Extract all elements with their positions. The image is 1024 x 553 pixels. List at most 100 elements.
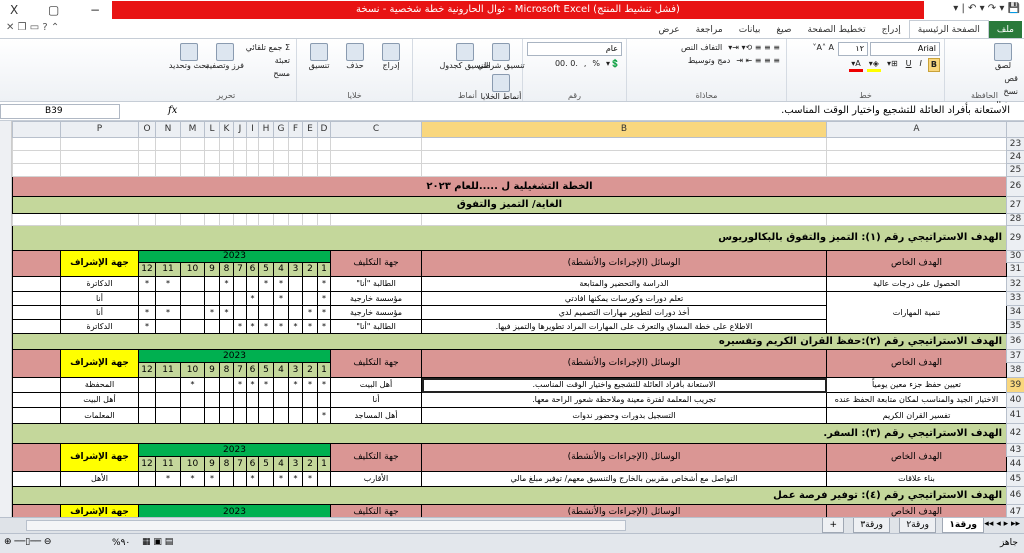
month-mark-2[interactable]: * xyxy=(302,377,318,393)
month-4[interactable]: 4 xyxy=(273,262,289,277)
means-cell[interactable]: الاستعانة بأفراد العائلة للتشجيع واختيار… xyxy=(421,377,827,393)
means-cell[interactable]: أخذ دورات لتطوير مهارات التصميم لدي xyxy=(421,305,827,320)
cell[interactable] xyxy=(204,163,220,177)
month-mark-11[interactable] xyxy=(155,291,181,306)
row-header-32[interactable]: 32 xyxy=(1006,276,1024,292)
cell[interactable] xyxy=(330,213,422,226)
month-mark-3[interactable]: * xyxy=(288,377,303,393)
month-1[interactable]: 1 xyxy=(317,456,331,472)
month-mark-7[interactable]: * xyxy=(233,377,247,393)
bold-button[interactable]: B xyxy=(927,58,940,72)
header-assigned[interactable]: جهة التكليف xyxy=(330,250,422,277)
month-mark-1[interactable] xyxy=(317,471,331,487)
column-header-J[interactable]: J xyxy=(233,121,247,138)
month-mark-4[interactable]: * xyxy=(273,276,289,292)
month-mark-1[interactable] xyxy=(317,392,331,408)
assigned-cell[interactable]: أهل المساجد xyxy=(330,407,422,424)
decimal-buttons[interactable]: .0 .00 xyxy=(553,58,580,69)
header-extra[interactable] xyxy=(12,349,61,378)
cell[interactable] xyxy=(180,150,205,164)
means-cell[interactable]: الدراسة والتحضير والمتابعة xyxy=(421,276,827,292)
header-extra[interactable] xyxy=(12,443,61,472)
header-year[interactable]: 2023 xyxy=(138,349,331,363)
month-9[interactable]: 9 xyxy=(204,362,220,378)
grow-font-button[interactable]: A˄ A˅ xyxy=(811,42,837,56)
sheet-tab-3[interactable]: ورقة٣ xyxy=(853,518,890,533)
month-mark-6[interactable] xyxy=(246,276,259,292)
month-5[interactable]: 5 xyxy=(258,456,274,472)
column-header-L[interactable]: L xyxy=(204,121,220,138)
column-header-P[interactable]: P xyxy=(60,121,139,138)
name-box[interactable]: B39 xyxy=(0,104,120,119)
month-mark-12[interactable] xyxy=(138,407,156,424)
month-mark-11[interactable] xyxy=(155,377,181,393)
header-means[interactable]: الوسائل (الإجراءات والأنشطة) xyxy=(421,443,827,472)
month-11[interactable]: 11 xyxy=(155,362,181,378)
cell[interactable] xyxy=(302,163,318,177)
month-mark-12[interactable]: * xyxy=(138,276,156,292)
month-mark-6[interactable] xyxy=(246,305,259,320)
goal-cell[interactable]: تفسير القران الكريم xyxy=(826,407,1007,424)
row-header-42[interactable]: 42 xyxy=(1006,423,1024,444)
row-header-44[interactable]: 44 xyxy=(1006,456,1024,472)
cell[interactable] xyxy=(826,137,1007,151)
cell[interactable] xyxy=(12,213,61,226)
month-8[interactable]: 8 xyxy=(219,362,234,378)
month-mark-10[interactable]: * xyxy=(180,377,205,393)
row-header-34[interactable]: 34 xyxy=(1006,305,1024,320)
cell[interactable] xyxy=(330,137,422,151)
fill-button[interactable]: تعبئة xyxy=(244,55,292,66)
month-mark-11[interactable]: * xyxy=(155,305,181,320)
cell[interactable] xyxy=(219,137,234,151)
cell[interactable] xyxy=(180,137,205,151)
month-mark-7[interactable] xyxy=(233,407,247,424)
month-mark-8[interactable]: * xyxy=(219,276,234,292)
cell[interactable] xyxy=(204,213,220,226)
month-mark-6[interactable] xyxy=(246,392,259,408)
cell[interactable] xyxy=(273,163,289,177)
month-mark-7[interactable] xyxy=(233,392,247,408)
comma-button[interactable]: , xyxy=(582,58,589,69)
month-mark-10[interactable] xyxy=(180,392,205,408)
month-mark-3[interactable] xyxy=(288,407,303,424)
month-mark-1[interactable]: * xyxy=(317,276,331,292)
tab-4[interactable]: صيغ xyxy=(768,21,799,39)
font-name-combo[interactable]: Arial xyxy=(870,42,940,56)
format-button[interactable]: تنسيق xyxy=(302,42,336,71)
cell[interactable] xyxy=(826,213,1007,226)
row-header-28[interactable]: 28 xyxy=(1006,213,1024,226)
cell[interactable] xyxy=(12,163,61,177)
row-header-39[interactable]: 39 xyxy=(1006,377,1024,393)
cell[interactable] xyxy=(273,213,289,226)
month-7[interactable]: 7 xyxy=(233,456,247,472)
month-11[interactable]: 11 xyxy=(155,262,181,277)
cell[interactable] xyxy=(317,150,331,164)
tab-5[interactable]: بيانات xyxy=(731,21,769,39)
cell[interactable] xyxy=(421,213,827,226)
month-mark-11[interactable]: * xyxy=(155,471,181,487)
tab-3[interactable]: تخطيط الصفحة xyxy=(800,21,874,39)
month-mark-5[interactable] xyxy=(258,291,274,306)
plan-title[interactable]: الخطة التشغيلية ل .....للعام ٢٠٢٣ xyxy=(12,176,1007,197)
tab-2[interactable]: إدراج xyxy=(874,21,909,39)
month-mark-11[interactable] xyxy=(155,407,181,424)
month-mark-5[interactable]: * xyxy=(258,377,274,393)
month-mark-10[interactable]: * xyxy=(180,471,205,487)
vertical-scrollbar[interactable] xyxy=(0,121,12,517)
header-year[interactable]: 2023 xyxy=(138,443,331,457)
extra-cell[interactable] xyxy=(12,392,61,408)
cell[interactable] xyxy=(246,150,259,164)
sheet-tab-2[interactable]: ورقة٢ xyxy=(899,518,936,533)
column-header-G[interactable]: G xyxy=(273,121,289,138)
month-mark-8[interactable]: * xyxy=(219,305,234,320)
month-1[interactable]: 1 xyxy=(317,362,331,378)
strategic-goal-3[interactable]: الهدف الاستراتيجي رقم (٣): السفر. xyxy=(12,423,1007,444)
column-header-I[interactable]: I xyxy=(246,121,259,138)
month-mark-2[interactable] xyxy=(302,407,318,424)
cell[interactable] xyxy=(246,137,259,151)
cell[interactable] xyxy=(180,163,205,177)
supervisor-cell[interactable]: أنا xyxy=(60,291,139,306)
cell[interactable] xyxy=(302,150,318,164)
cell[interactable] xyxy=(302,137,318,151)
row-header-46[interactable]: 46 xyxy=(1006,486,1024,505)
